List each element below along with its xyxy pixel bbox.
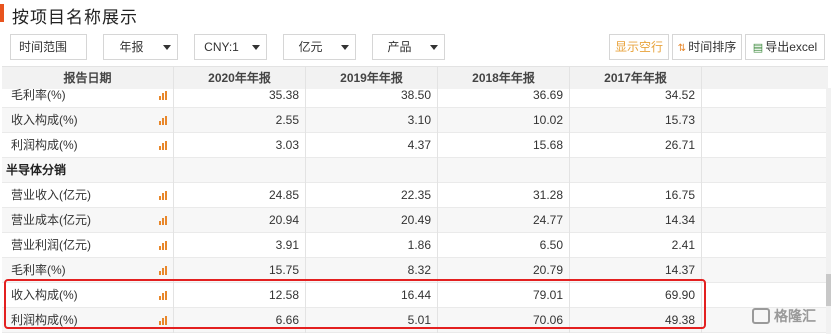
toolbar: 时间范围 年报 CNY:1 亿元 产品 显示空行 ⇅ 时间排序 ▤ 导出excel <box>0 30 831 64</box>
table-cell: 34.52 <box>570 83 702 108</box>
table-cell: 24.77 <box>438 208 570 233</box>
show-empty-rows-button[interactable]: 显示空行 <box>609 34 669 60</box>
table-cell: 35.38 <box>174 83 306 108</box>
table-cell <box>174 158 306 183</box>
row-label: 营业成本(亿元) <box>2 208 174 233</box>
table-cell: 6.50 <box>438 233 570 258</box>
watermark-logo-icon <box>752 308 770 324</box>
table-cell: 16.75 <box>570 183 702 208</box>
row-label: 半导体分销 <box>2 158 174 183</box>
show-empty-rows-label: 显示空行 <box>614 40 663 54</box>
title-accent-bar <box>0 4 4 22</box>
row-label: 营业利润(亿元) <box>2 233 174 258</box>
chevron-down-icon <box>341 45 349 50</box>
bar-chart-icon[interactable] <box>159 216 169 225</box>
table-cell: 20.94 <box>174 208 306 233</box>
table-cell: 2.41 <box>570 233 702 258</box>
bar-chart-icon[interactable] <box>159 191 169 200</box>
time-range-label: 时间范围 <box>19 40 68 54</box>
table-cell: 3.10 <box>306 108 438 133</box>
row-label: 毛利率(%) <box>2 83 174 108</box>
category-select[interactable]: 产品 <box>372 34 445 60</box>
time-sort-button[interactable]: ⇅ 时间排序 <box>672 34 742 60</box>
table-row: 营业利润(亿元) 3.91 1.86 6.50 2.41 <box>2 233 828 258</box>
table-cell: 22.35 <box>306 183 438 208</box>
vertical-scrollbar[interactable] <box>826 88 831 334</box>
table-cell: 3.03 <box>174 133 306 158</box>
row-label: 收入构成(%) <box>2 108 174 133</box>
export-excel-button[interactable]: ▤ 导出excel <box>745 34 825 60</box>
time-range-field[interactable]: 时间范围 <box>10 34 87 60</box>
table-cell: 26.71 <box>570 133 702 158</box>
table-cell: 15.68 <box>438 133 570 158</box>
currency-select[interactable]: CNY:1 <box>194 34 267 60</box>
table-cell: 38.50 <box>306 83 438 108</box>
time-sort-label: 时间排序 <box>688 40 737 54</box>
table-cell <box>570 158 702 183</box>
unit-select[interactable]: 亿元 <box>283 34 356 60</box>
bar-chart-icon[interactable] <box>159 141 169 150</box>
chevron-down-icon <box>430 45 438 50</box>
row-label: 利润构成(%) <box>2 133 174 158</box>
table-row: 营业收入(亿元) 24.85 22.35 31.28 16.75 <box>2 183 828 208</box>
page-title: 按项目名称展示 <box>12 8 138 27</box>
scrollbar-thumb[interactable] <box>826 274 831 306</box>
table-cell: 2.55 <box>174 108 306 133</box>
table-cell <box>438 158 570 183</box>
period-select-label: 年报 <box>119 40 144 54</box>
bar-chart-icon[interactable] <box>159 266 169 275</box>
export-excel-label: 导出excel <box>765 40 818 54</box>
table-cell: 10.02 <box>438 108 570 133</box>
bar-chart-icon[interactable] <box>159 91 169 100</box>
table-cell <box>306 158 438 183</box>
bar-chart-icon[interactable] <box>159 116 169 125</box>
table-cell: 1.86 <box>306 233 438 258</box>
table-cell: 4.37 <box>306 133 438 158</box>
chevron-down-icon <box>252 45 260 50</box>
sort-icon: ⇅ <box>677 43 687 54</box>
table-cell: 31.28 <box>438 183 570 208</box>
section-title-bar: 按项目名称展示 <box>0 0 831 28</box>
table-cell: 15.73 <box>570 108 702 133</box>
currency-select-label: CNY:1 <box>204 40 239 54</box>
bar-chart-icon[interactable] <box>159 241 169 250</box>
excel-icon: ▤ <box>752 42 764 54</box>
table-row: 利润构成(%) 3.03 4.37 15.68 26.71 <box>2 133 828 158</box>
watermark-text: 格隆汇 <box>774 308 816 324</box>
table-cell: 24.85 <box>174 183 306 208</box>
section-row: 半导体分销 <box>2 158 828 183</box>
table-row: 毛利率(%) 35.38 38.50 36.69 34.52 <box>2 83 828 108</box>
table-cell: 14.34 <box>570 208 702 233</box>
table-cell: 36.69 <box>438 83 570 108</box>
category-select-label: 产品 <box>387 40 412 54</box>
table-row: 收入构成(%) 2.55 3.10 10.02 15.73 <box>2 108 828 133</box>
row-label: 营业收入(亿元) <box>2 183 174 208</box>
table-row: 营业成本(亿元) 20.94 20.49 24.77 14.34 <box>2 208 828 233</box>
chevron-down-icon <box>163 45 171 50</box>
table-cell: 20.49 <box>306 208 438 233</box>
highlight-box <box>4 279 706 329</box>
table-cell: 3.91 <box>174 233 306 258</box>
unit-select-label: 亿元 <box>298 40 323 54</box>
period-select[interactable]: 年报 <box>103 34 178 60</box>
